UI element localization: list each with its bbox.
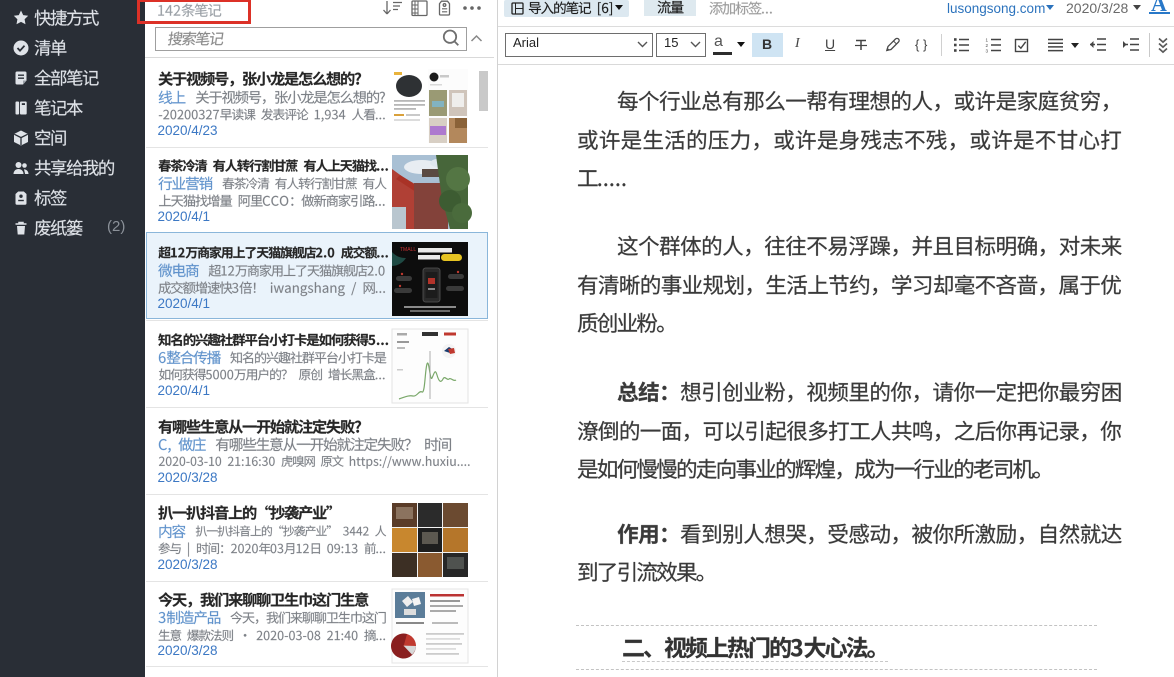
svg-text:2: 2 [986, 43, 989, 48]
svg-text:1: 1 [986, 38, 989, 43]
svg-text:TMALL: TMALL [400, 247, 416, 253]
svg-text:3: 3 [986, 49, 989, 54]
